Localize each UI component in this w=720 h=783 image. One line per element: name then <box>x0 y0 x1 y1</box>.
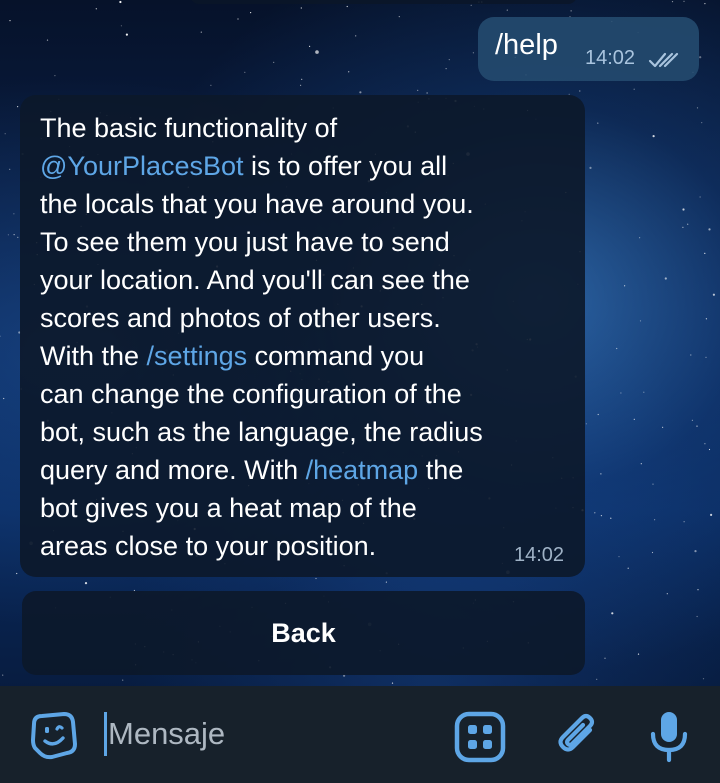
message-line: query and more. With /heatmap the <box>40 451 570 489</box>
bot-commands-icon[interactable] <box>453 710 507 764</box>
message-line: can change the configuration of the <box>40 375 570 413</box>
message-link[interactable]: /settings <box>147 341 248 371</box>
message-text-segment: the locals that you have around you. <box>40 189 474 219</box>
message-text-segment: To see them you just have to send <box>40 227 450 257</box>
message-text-segment: the <box>418 455 464 485</box>
message-text-segment: bot gives you a heat map of the <box>40 493 417 523</box>
message-text-segment: The basic functionality of <box>40 113 338 143</box>
message-composer <box>0 686 720 783</box>
message-text-segment: is to offer you all <box>243 151 448 181</box>
double-check-icon <box>648 52 679 68</box>
message-text-segment: can change the configuration of the <box>40 379 462 409</box>
message-line: the locals that you have around you. <box>40 185 570 223</box>
message-line: bot, such as the language, the radius <box>40 413 570 451</box>
incoming-message-text: The basic functionality of @YourPlacesBot… <box>40 109 570 565</box>
message-input[interactable] <box>108 712 428 756</box>
message-text-segment: With the <box>40 341 147 371</box>
microphone-icon[interactable] <box>642 708 696 764</box>
message-text-segment: bot, such as the language, the radius <box>40 417 483 447</box>
message-line: areas close to your position. <box>40 527 570 565</box>
message-line: bot gives you a heat map of the <box>40 489 570 527</box>
message-line: your location. And you'll can see the <box>40 261 570 299</box>
message-line: The basic functionality of <box>40 109 570 147</box>
message-link[interactable]: @YourPlacesBot <box>40 151 244 181</box>
outgoing-message-bubble[interactable]: /help 14:02 <box>478 17 699 81</box>
back-button[interactable]: Back <box>22 591 585 675</box>
message-line: scores and photos of other users. <box>40 299 570 337</box>
sticker-icon[interactable] <box>28 710 80 762</box>
incoming-message-bubble[interactable]: The basic functionality of @YourPlacesBot… <box>20 95 585 577</box>
message-line: @YourPlacesBot is to offer you all <box>40 147 570 185</box>
message-text-segment: areas close to your position. <box>40 531 377 561</box>
message-text-segment: query and more. With <box>40 455 306 485</box>
message-text-segment: scores and photos of other users. <box>40 303 441 333</box>
incoming-message-time: 14:02 <box>514 544 565 566</box>
message-line: With the /settings command you <box>40 337 570 375</box>
message-line: To see them you just have to send <box>40 223 570 261</box>
message-text-segment: your location. And you'll can see the <box>40 265 470 295</box>
message-text-segment: command you <box>247 341 425 371</box>
outgoing-message-time: 14:02 <box>585 47 636 69</box>
paperclip-icon[interactable] <box>550 708 604 762</box>
previous-message-bubble-edge <box>190 0 577 4</box>
message-link[interactable]: /heatmap <box>306 455 419 485</box>
outgoing-message-text: /help <box>495 29 558 61</box>
text-cursor <box>104 712 107 756</box>
